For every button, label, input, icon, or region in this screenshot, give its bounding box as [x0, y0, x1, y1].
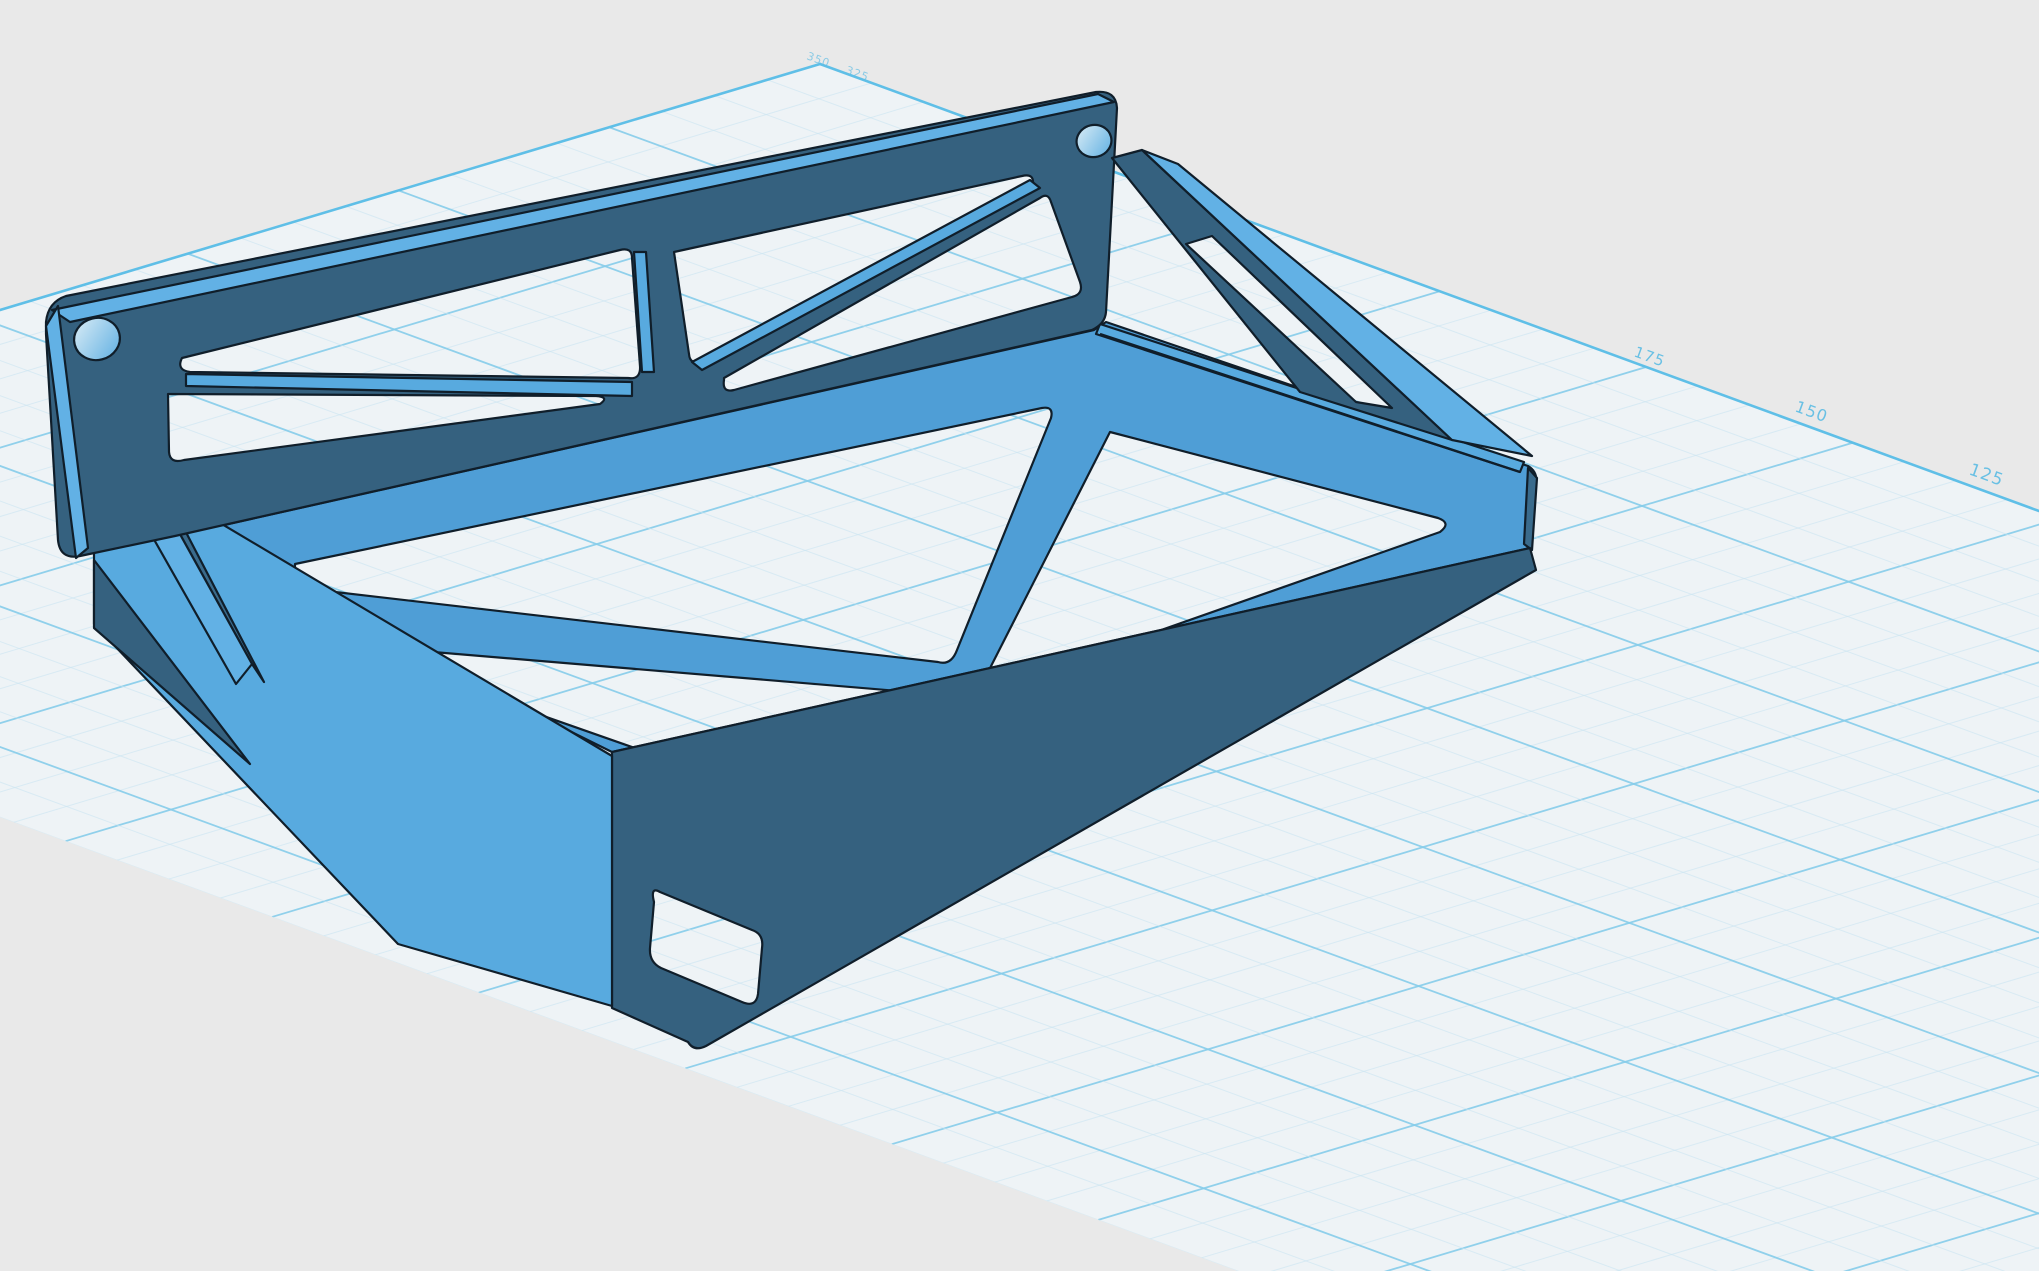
- viewport-canvas[interactable]: 350325250175150125: [0, 0, 2039, 1271]
- cad-viewport[interactable]: 350325250175150125: [0, 0, 2039, 1271]
